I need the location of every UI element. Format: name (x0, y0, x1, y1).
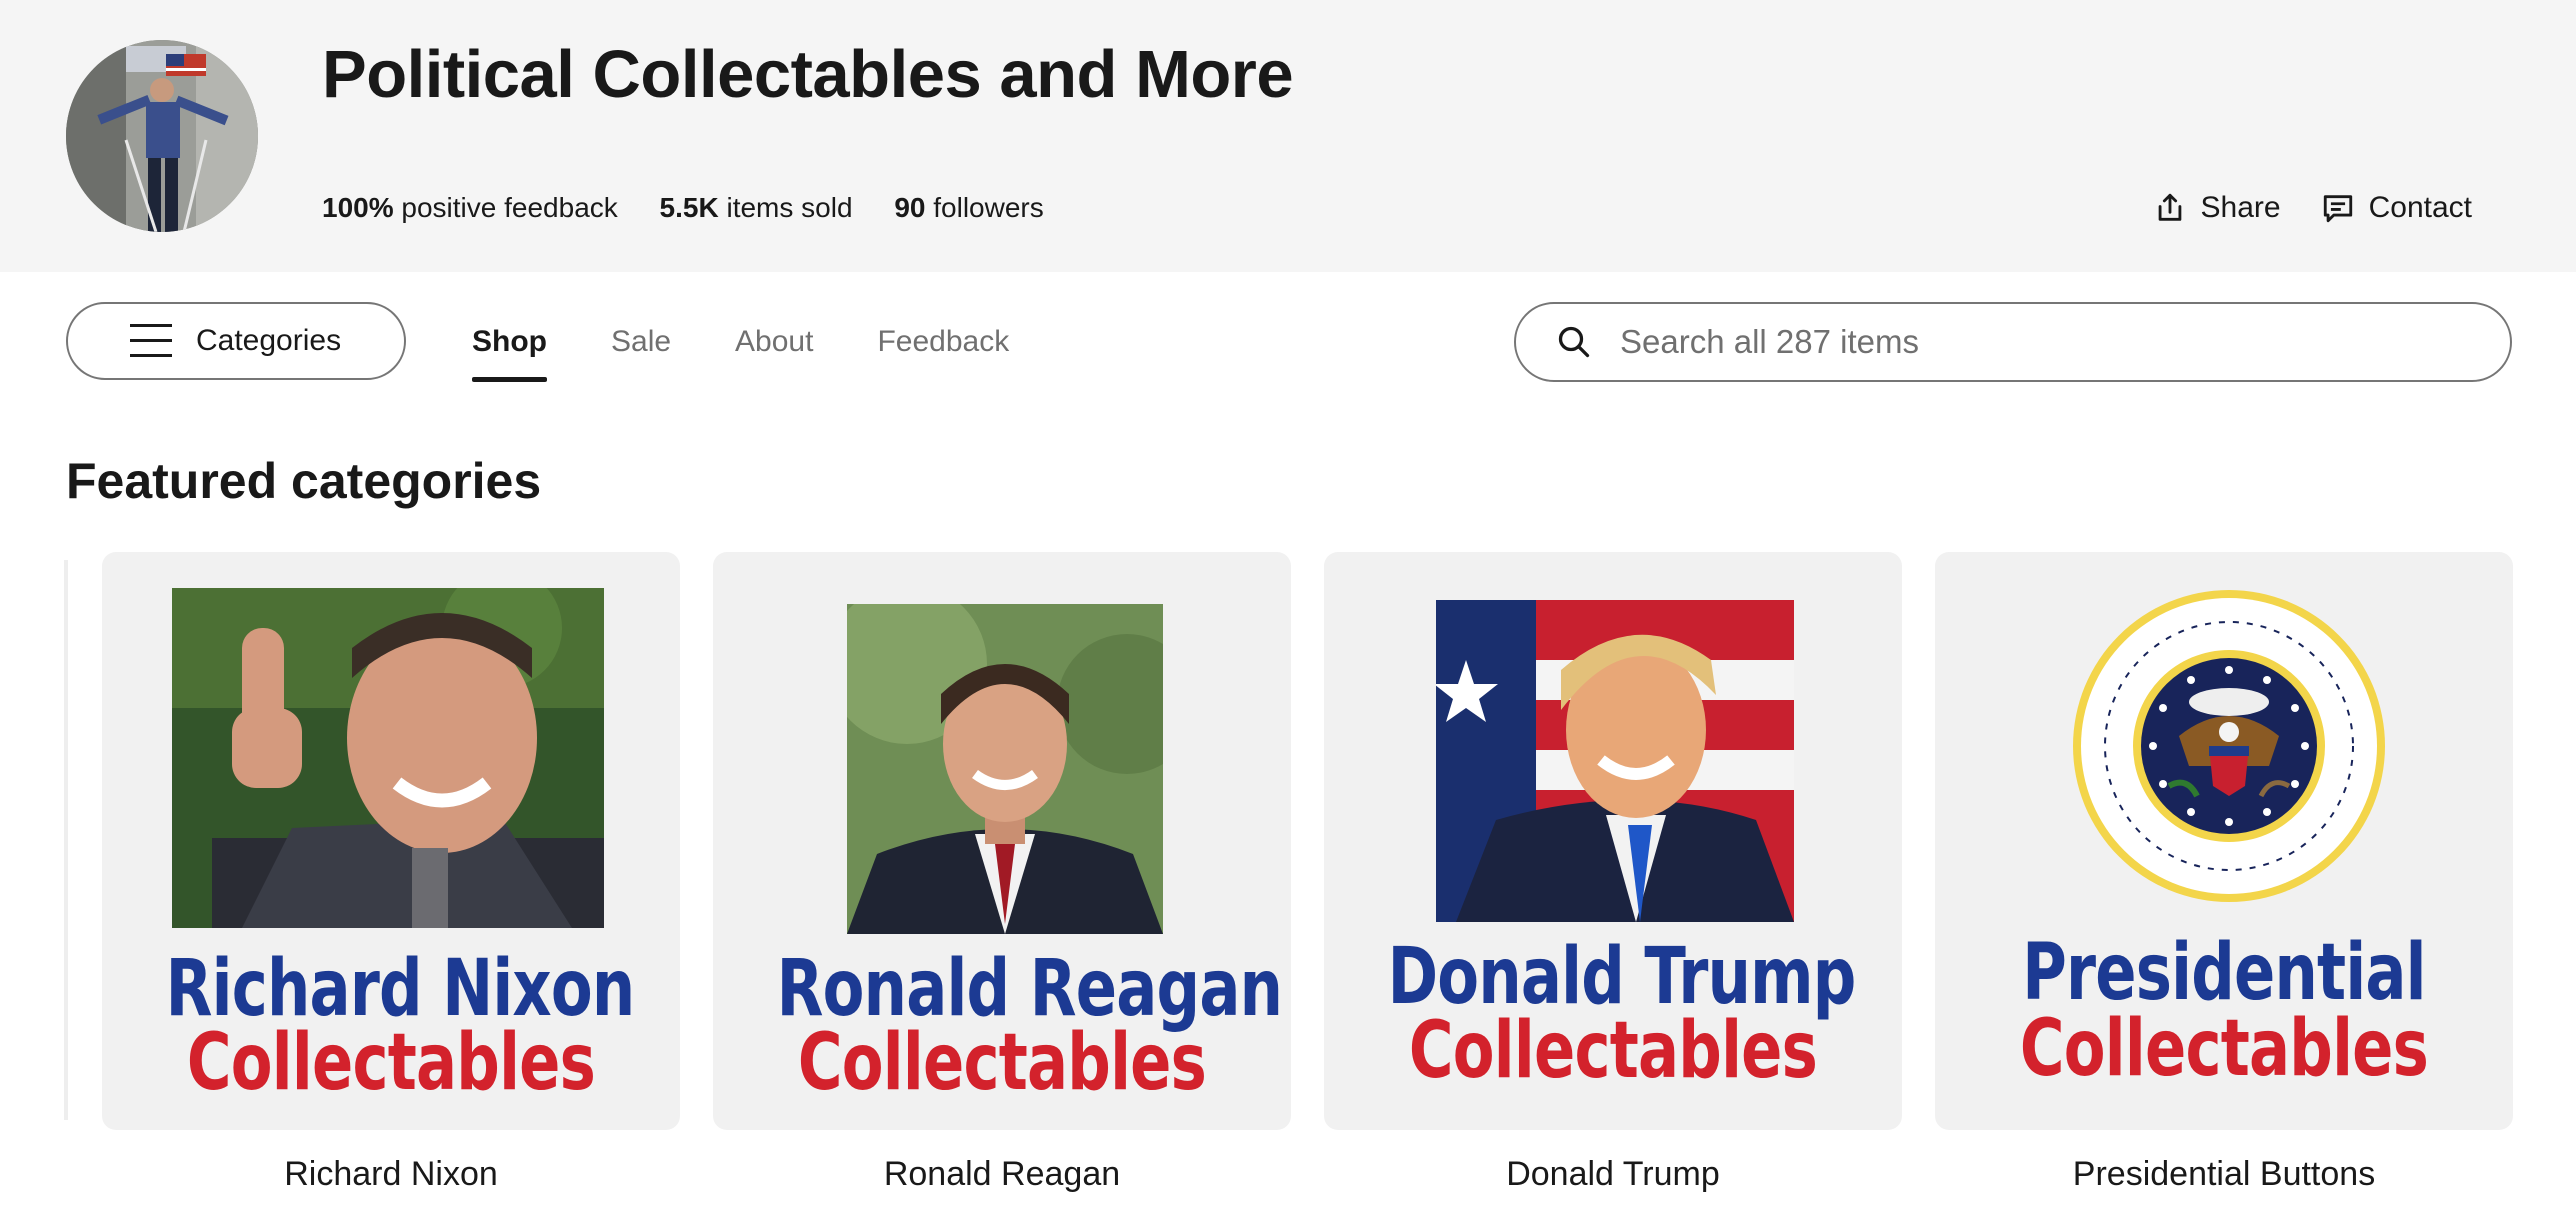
contact-button[interactable]: Contact (2321, 188, 2472, 228)
store-header: Political Collectables and More 100% pos… (0, 0, 2576, 272)
header-actions: Share Contact (2153, 188, 2472, 228)
tab-about[interactable]: About (735, 302, 813, 382)
image-subtitle: Collectables (186, 1018, 596, 1108)
tab-shop[interactable]: Shop (472, 302, 547, 382)
portrait-photo (172, 588, 604, 928)
search-input[interactable] (1618, 322, 2482, 362)
image-subtitle: Collectables (797, 1018, 1207, 1108)
contact-label: Contact (2368, 191, 2472, 224)
search-icon[interactable] (1556, 324, 1592, 360)
chat-bubble-icon (2323, 195, 2352, 223)
tab-sale[interactable]: Sale (611, 302, 671, 382)
categories-button[interactable]: Categories (66, 302, 406, 380)
items-sold-label: items sold (726, 192, 853, 223)
portrait-photo (847, 604, 1163, 934)
store-avatar[interactable] (66, 40, 258, 232)
carousel-edge (64, 560, 68, 1120)
items-sold-value: 5.5K (659, 192, 719, 223)
hamburger-menu-icon (130, 324, 172, 357)
store-title: Political Collectables and More (322, 37, 1294, 112)
featured-categories-list: Richard Nixon Collectables Richard Nixon (102, 552, 2513, 1196)
category-image: Ronald Reagan Collectables (713, 552, 1291, 1130)
followers-stat[interactable]: 90 followers (894, 192, 1043, 223)
category-name: Ronald Reagan (883, 1155, 1121, 1193)
store-stats: 100% positive feedback 5.5K items sold 9… (322, 190, 1078, 226)
image-subtitle: Collectables (1408, 1006, 1818, 1096)
share-button[interactable]: Share (2153, 188, 2281, 228)
followers-label: followers (933, 192, 1044, 223)
share-label: Share (2200, 191, 2281, 224)
category-name: Donald Trump (1506, 1155, 1720, 1193)
categories-label: Categories (196, 324, 342, 357)
portrait-photo (1436, 600, 1794, 922)
category-image: Richard Nixon Collectables (102, 552, 680, 1130)
image-subtitle: Collectables (2019, 1004, 2429, 1094)
store-search-bar[interactable] (1514, 302, 2512, 382)
tab-feedback[interactable]: Feedback (877, 302, 1009, 382)
category-card-donald-trump[interactable]: Donald Trump Collectables Donald Trump (1324, 552, 1902, 1196)
category-image: Presidential Collectables (1935, 552, 2513, 1130)
store-tabs: Shop Sale About Feedback (472, 302, 1009, 382)
category-image: Donald Trump Collectables (1324, 552, 1902, 1130)
items-sold-stat: 5.5K items sold (660, 192, 853, 223)
presidential-seal-image (2069, 586, 2389, 906)
category-card-presidential-buttons[interactable]: Presidential Collectables Presidential B… (1935, 552, 2513, 1196)
category-name: Richard Nixon (284, 1155, 498, 1193)
category-card-ronald-reagan[interactable]: Ronald Reagan Collectables Ronald Reagan (713, 552, 1291, 1196)
feedback-value: 100% (322, 192, 394, 223)
category-card-richard-nixon[interactable]: Richard Nixon Collectables Richard Nixon (102, 552, 680, 1196)
followers-value: 90 (894, 192, 926, 223)
feedback-stat: 100% positive feedback (322, 192, 618, 223)
category-name: Presidential Buttons (2072, 1155, 2376, 1193)
feedback-label: positive feedback (401, 192, 618, 223)
share-icon (2158, 193, 2181, 221)
featured-categories-heading: Featured categories (66, 453, 542, 509)
